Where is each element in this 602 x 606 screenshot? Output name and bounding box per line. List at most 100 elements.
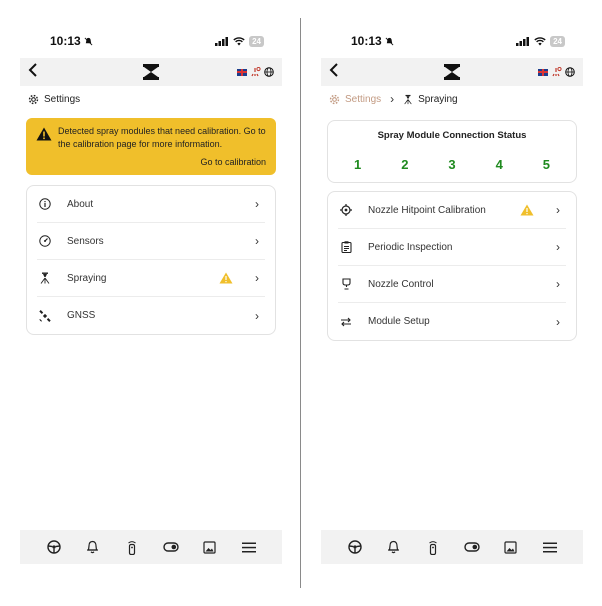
spray-nozzle-icon (404, 94, 412, 104)
bell-muted-icon (385, 37, 394, 45)
breadcrumb: Settings (20, 86, 282, 112)
tab-remote[interactable] (424, 538, 442, 556)
globe-icon[interactable] (565, 67, 575, 77)
spraying-menu: Nozzle Hitpoint Calibration › Periodic I… (327, 191, 577, 341)
app-bar (20, 58, 282, 86)
image-icon (203, 540, 216, 554)
menu-item-label: Nozzle Control (368, 278, 434, 290)
tab-toggle[interactable] (463, 538, 481, 556)
spray-status-icon[interactable] (250, 67, 261, 77)
go-to-calibration-link[interactable]: Go to calibration (36, 157, 266, 167)
module-status-3[interactable]: 3 (448, 157, 455, 172)
gear-icon (28, 94, 39, 104)
tab-gallery[interactable] (201, 538, 219, 556)
tab-menu[interactable] (541, 538, 559, 556)
tab-menu[interactable] (240, 538, 258, 556)
status-card-title: Spray Module Connection Status (377, 130, 527, 141)
menu-item-label: Spraying (67, 272, 107, 284)
back-button[interactable] (329, 62, 347, 82)
tab-steering[interactable] (45, 538, 63, 556)
globe-icon[interactable] (264, 67, 274, 77)
tab-steering[interactable] (346, 538, 364, 556)
nozzle-icon (341, 278, 351, 290)
tab-notifications[interactable] (84, 538, 102, 556)
signal-icon (516, 36, 530, 46)
menu-item-spraying[interactable]: Spraying › (37, 260, 265, 297)
calibration-warning-banner: Detected spray modules that need calibra… (26, 118, 276, 175)
menu-item-label: Module Setup (368, 316, 430, 327)
breadcrumb-separator-icon: › (390, 92, 395, 106)
steering-wheel-icon (347, 540, 362, 554)
brand-logo (143, 64, 159, 80)
tab-gallery[interactable] (502, 538, 520, 556)
module-list: 1 2 3 4 5 (338, 157, 566, 172)
menu-item-label: Nozzle Hitpoint Calibration (368, 204, 486, 216)
status-bar: 10:13 24 (321, 24, 583, 58)
back-button[interactable] (28, 62, 46, 82)
menu-item-nozzle-hitpoint-calibration[interactable]: Nozzle Hitpoint Calibration › (338, 192, 566, 229)
chevron-right-icon: › (255, 308, 259, 323)
chevron-right-icon: › (556, 277, 560, 291)
bottom-tab-bar (321, 530, 583, 564)
phone-spraying-screen: 10:13 24 Settings › Spraying Spray Modul… (321, 24, 583, 564)
tab-remote[interactable] (123, 538, 141, 556)
remote-icon (127, 540, 136, 555)
bell-muted-icon (84, 37, 93, 45)
tab-notifications[interactable] (385, 538, 403, 556)
menu-item-nozzle-control[interactable]: Nozzle Control › (338, 266, 566, 303)
warning-triangle-icon (219, 272, 233, 284)
tab-toggle[interactable] (162, 538, 180, 556)
breadcrumb-spraying: Spraying (418, 93, 458, 105)
menu-icon (542, 542, 557, 552)
module-status-1[interactable]: 1 (354, 157, 361, 172)
bottom-tab-bar (20, 530, 282, 564)
warning-icon (36, 127, 52, 141)
spray-status-icon[interactable] (551, 67, 562, 77)
menu-item-label: About (67, 198, 94, 210)
breadcrumb-settings[interactable]: Settings (44, 94, 80, 105)
chevron-right-icon: › (255, 271, 259, 285)
chevron-right-icon: › (556, 203, 560, 217)
bell-icon (388, 540, 399, 554)
chevron-left-icon (28, 62, 37, 77)
menu-item-gnss[interactable]: GNSS › (37, 297, 265, 334)
menu-item-label: Sensors (67, 235, 104, 247)
warning-message: Detected spray modules that need calibra… (58, 126, 266, 149)
menu-item-module-setup[interactable]: Module Setup › (338, 303, 566, 340)
module-status-5[interactable]: 5 (543, 157, 550, 172)
bell-icon (87, 540, 98, 554)
swap-arrows-icon (341, 317, 351, 326)
signal-icon (215, 36, 229, 46)
menu-item-label: GNSS (67, 310, 96, 321)
menu-item-periodic-inspection[interactable]: Periodic Inspection › (338, 229, 566, 266)
status-bar: 10:13 24 (20, 24, 282, 58)
wifi-icon (233, 36, 245, 45)
remote-icon (428, 540, 437, 555)
menu-item-about[interactable]: About › (37, 186, 265, 223)
gauge-icon (39, 235, 51, 247)
toggle-icon (463, 542, 480, 552)
crosshair-icon (340, 204, 352, 216)
chevron-right-icon: › (556, 240, 560, 254)
chevron-right-icon: › (556, 314, 560, 329)
settings-menu: About › Sensors › Spraying › GNSS › (26, 185, 276, 335)
chevron-left-icon (329, 62, 338, 77)
spray-module-status-card: Spray Module Connection Status 1 2 3 4 5 (327, 120, 577, 183)
module-status-4[interactable]: 4 (496, 157, 503, 172)
module-status-2[interactable]: 2 (401, 157, 408, 172)
language-flag-icon[interactable] (538, 68, 548, 76)
wifi-icon (534, 36, 546, 45)
image-icon (504, 540, 517, 554)
menu-item-sensors[interactable]: Sensors › (37, 223, 265, 260)
breadcrumb-settings[interactable]: Settings (345, 94, 381, 105)
warning-triangle-icon (520, 204, 534, 216)
phone-settings-screen: 10:13 24 Settings Detected spray modules… (20, 24, 282, 564)
status-time: 10:13 (351, 34, 382, 48)
language-flag-icon[interactable] (237, 68, 247, 76)
breadcrumb: Settings › Spraying (321, 86, 583, 112)
satellite-icon (39, 309, 51, 322)
steering-wheel-icon (46, 540, 61, 554)
chevron-right-icon: › (255, 234, 259, 248)
gear-icon (329, 94, 340, 104)
battery-indicator: 24 (550, 35, 565, 47)
